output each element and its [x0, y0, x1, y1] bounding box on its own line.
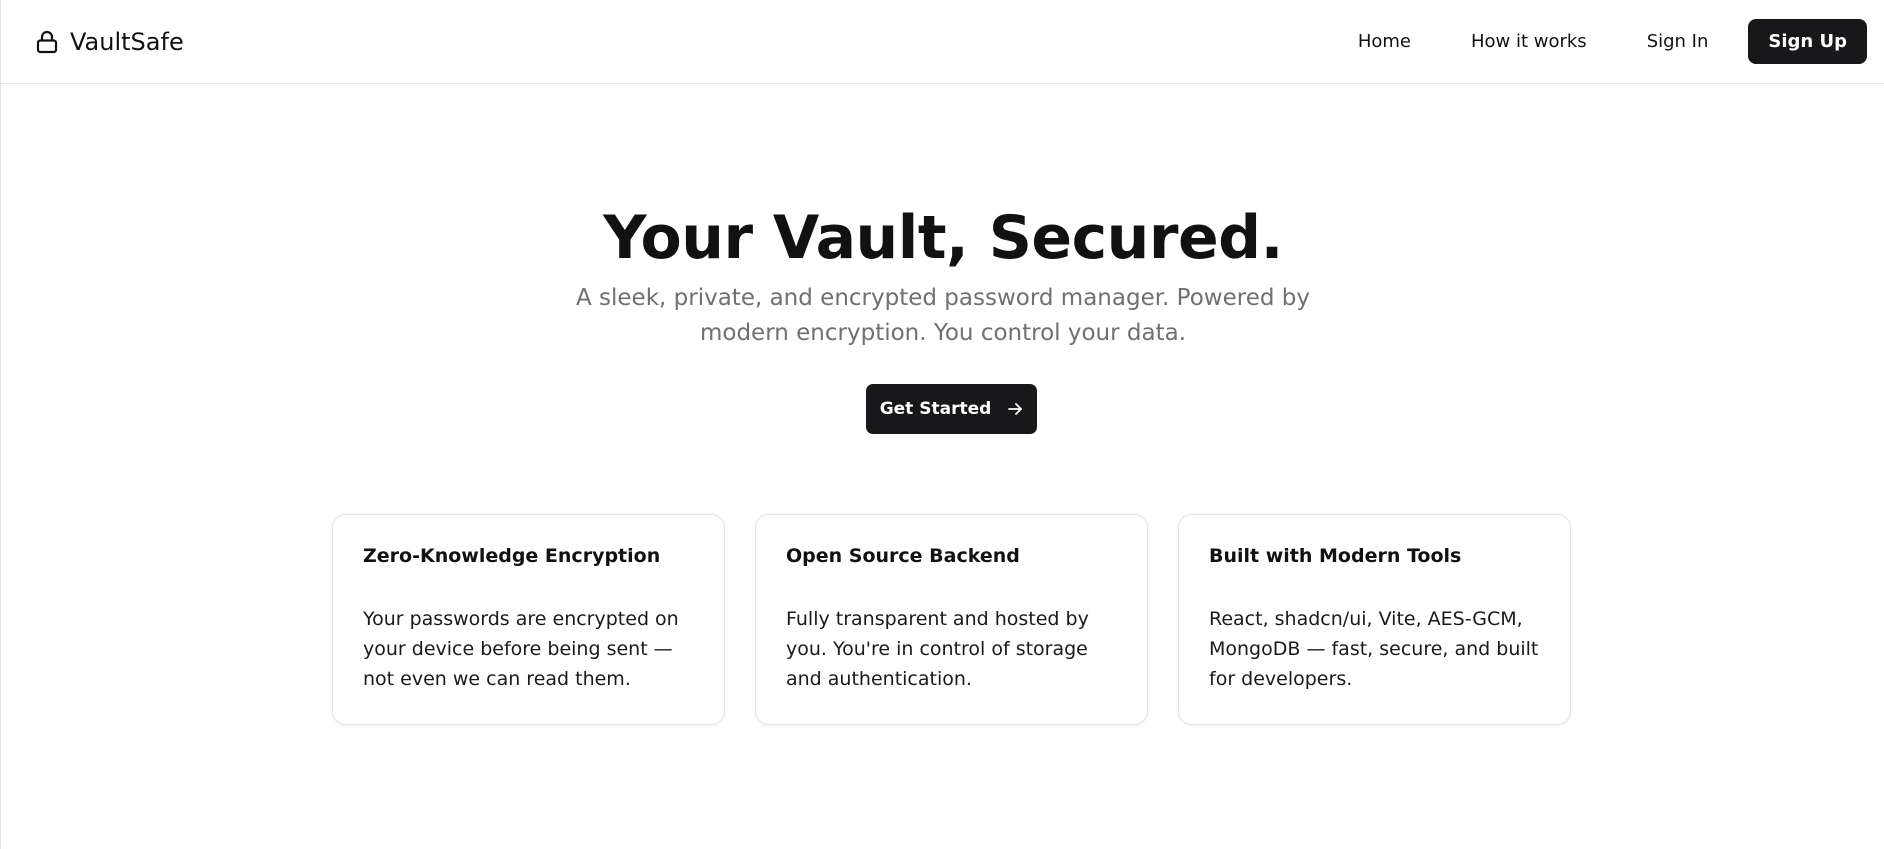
top-navbar: VaultSafe Home How it works Sign In Sign… [1, 0, 1884, 84]
features-section: Zero-Knowledge Encryption Your passwords… [332, 514, 1571, 725]
main-nav: Home How it works Sign In Sign Up [1328, 19, 1867, 64]
get-started-button[interactable]: Get Started [866, 384, 1037, 434]
brand-logo[interactable]: VaultSafe [36, 26, 184, 58]
feature-card-title: Zero-Knowledge Encryption [363, 545, 661, 567]
hero-title: Your Vault, Secured. [603, 203, 1283, 273]
landing-page: VaultSafe Home How it works Sign In Sign… [0, 0, 1884, 849]
feature-card-title: Built with Modern Tools [1209, 545, 1462, 567]
feature-card-open-source: Open Source Backend Fully transparent an… [755, 514, 1148, 725]
sign-up-button[interactable]: Sign Up [1748, 19, 1867, 64]
arrow-right-icon [1007, 401, 1023, 417]
feature-card-body: Fully transparent and hosted by you. You… [786, 608, 1089, 690]
feature-card-title: Open Source Backend [786, 545, 1020, 567]
get-started-label: Get Started [879, 399, 992, 419]
nav-home-link[interactable]: Home [1328, 31, 1441, 52]
feature-card-body: Your passwords are encrypted on your dev… [363, 608, 679, 690]
feature-card-body: React, shadcn/ui, Vite, AES-GCM, MongoDB… [1209, 608, 1539, 690]
hero-section: Your Vault, Secured. A sleek, private, a… [1, 195, 1884, 351]
nav-sign-in-link[interactable]: Sign In [1617, 31, 1739, 52]
nav-how-it-works-link[interactable]: How it works [1441, 31, 1617, 52]
feature-card-zero-knowledge: Zero-Knowledge Encryption Your passwords… [332, 514, 725, 725]
feature-card-modern-tools: Built with Modern Tools React, shadcn/ui… [1178, 514, 1571, 725]
lock-icon [36, 30, 58, 54]
brand-name: VaultSafe [70, 28, 184, 56]
hero-subtitle: A sleek, private, and encrypted password… [575, 285, 1310, 346]
